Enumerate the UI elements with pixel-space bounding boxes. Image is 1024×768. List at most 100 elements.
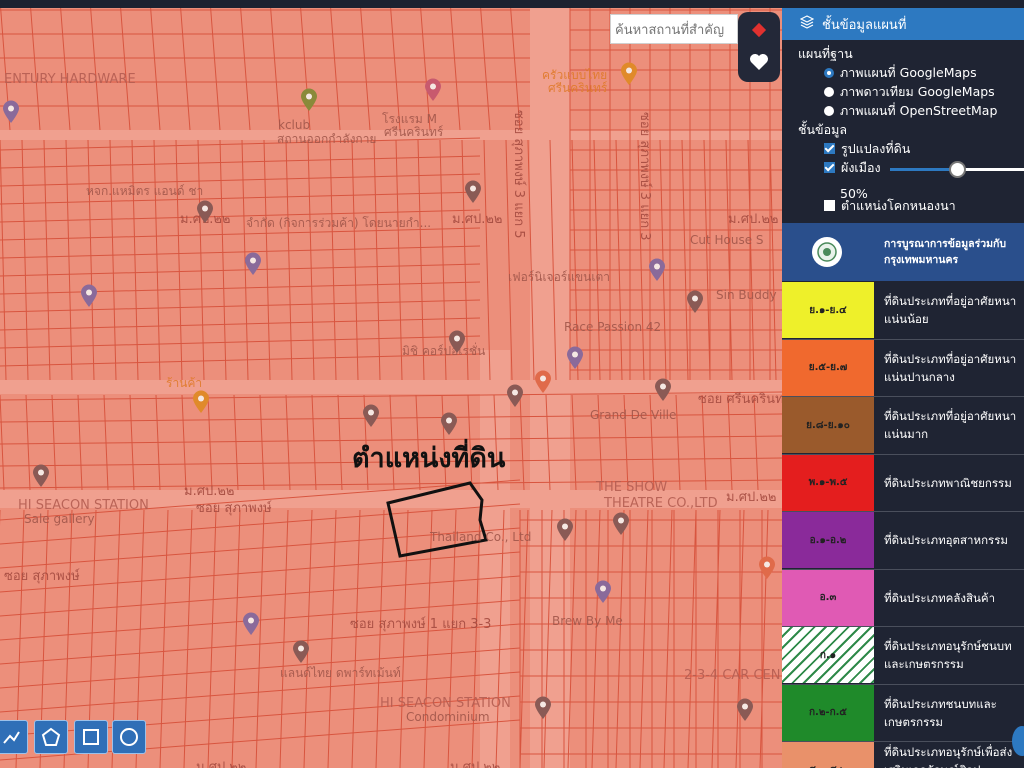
- legend-code: ก.๒-ก.๕: [808, 707, 848, 718]
- favorite-heart-icon[interactable]: [745, 48, 773, 76]
- map-place-label[interactable]: ศรีนครินทร์: [384, 123, 443, 142]
- legend-swatch: ย.๑-ย.๔: [782, 282, 874, 338]
- map-place-label[interactable]: จำกัด (กิจการร่วมค้า) โดยนายกำ...: [246, 214, 431, 233]
- legend-row: ก.๑ ที่ดินประเภทอนุรักษ์ชนบทและเกษตรกรรม: [782, 627, 1024, 685]
- map-pin-icon[interactable]: [594, 580, 612, 604]
- legend-description: ที่ดินประเภทอนุรักษ์เพื่อส่งเสริมเอกลักษ…: [884, 745, 1013, 768]
- map-place-label[interactable]: ม.ศป.๒๒: [728, 208, 778, 229]
- layers-icon[interactable]: [745, 16, 773, 44]
- radio-button[interactable]: [824, 86, 834, 97]
- map-place-label[interactable]: ม.ศป.๒๒: [450, 756, 500, 768]
- map-pin-icon[interactable]: [506, 384, 524, 408]
- map-place-label[interactable]: ศรีนครินทร์: [548, 79, 607, 98]
- opacity-slider[interactable]: [890, 161, 1024, 178]
- map-place-label[interactable]: HI SEACON STATION: [380, 696, 511, 711]
- map-pin-icon[interactable]: [534, 696, 552, 720]
- draw-circle-button[interactable]: [112, 720, 146, 754]
- opacity-slider-handle[interactable]: [949, 161, 966, 178]
- map-place-label[interactable]: Condominium: [406, 710, 490, 724]
- map-place-label[interactable]: ม.ศป.๒๒: [196, 756, 246, 768]
- map-pin-icon[interactable]: [196, 200, 214, 224]
- map-pin-icon[interactable]: [556, 518, 574, 542]
- map-place-label[interactable]: ม.ศป.๒๒: [452, 208, 502, 229]
- map-pin-icon[interactable]: [654, 378, 672, 402]
- checkbox[interactable]: [824, 143, 835, 154]
- map-place-label[interactable]: THE SHOW: [596, 480, 667, 495]
- map-place-label[interactable]: ซอย สุภาพงษ์ 1 แยก 3-3: [350, 613, 491, 634]
- basemap-options: ภาพแผนที่ GoogleMaps ภาพดาวเทียม GoogleMa…: [798, 63, 1024, 120]
- draw-rectangle-button[interactable]: [74, 720, 108, 754]
- map-place-label[interactable]: ม.ศป.๒๒: [726, 486, 776, 507]
- map-place-label[interactable]: ซอย สุภาพงษ์ 3 แยก 3: [635, 112, 656, 240]
- map-pin-icon[interactable]: [244, 252, 262, 276]
- map-pin-icon[interactable]: [440, 412, 458, 436]
- map-pin-icon[interactable]: [534, 370, 552, 394]
- map-place-label[interactable]: ซอย สุภาพงษ์: [196, 497, 272, 518]
- map-place-label[interactable]: Grand De Ville: [590, 408, 676, 422]
- map-pin-icon[interactable]: [2, 100, 20, 124]
- map-place-label[interactable]: 2-3-4 CAR CEN: [684, 668, 780, 683]
- radio-button[interactable]: [824, 105, 834, 116]
- map-place-label[interactable]: Race Passion 42: [564, 320, 661, 334]
- map-place-label[interactable]: แลนด์ไทย ดพาร์ทเม้นท์: [280, 664, 401, 683]
- map-pin-icon[interactable]: [686, 290, 704, 314]
- map-place-label[interactable]: ซอย สุภาพงษ์: [4, 565, 80, 586]
- draw-line-button[interactable]: [0, 720, 28, 754]
- map-pin-icon[interactable]: [80, 284, 98, 308]
- draw-polygon-button[interactable]: [34, 720, 68, 754]
- map-place-label[interactable]: เฟอร์นิเจอร์แขนเตา: [508, 268, 610, 287]
- place-search-input[interactable]: [610, 14, 738, 44]
- map-pin-icon[interactable]: [362, 404, 380, 428]
- map-pin-icon[interactable]: [648, 258, 666, 282]
- map-place-label[interactable]: Thailand Co., Ltd: [430, 530, 531, 544]
- basemap-label: ภาพแผนที่ GoogleMaps: [840, 64, 977, 80]
- map-pin-icon[interactable]: [736, 698, 754, 722]
- legend-description: ที่ดินประเภทอนุรักษ์ชนบทและเกษตรกรรม: [884, 639, 1012, 671]
- opacity-slider-fill: [890, 168, 957, 171]
- map-pin-icon[interactable]: [758, 556, 776, 580]
- map-place-label[interactable]: Brew By Me: [552, 614, 623, 628]
- basemap-section: แผนที่ฐาน ภาพแผนที่ GoogleMaps ภาพดาวเทีย…: [782, 40, 1024, 215]
- map-place-label[interactable]: Sale gallery: [24, 512, 95, 526]
- panel-header: ชั้นข้อมูลแผนที่: [782, 8, 1024, 40]
- map-pin-icon[interactable]: [620, 62, 638, 86]
- map-pin-icon[interactable]: [32, 464, 50, 488]
- map-place-label[interactable]: Cut House S: [690, 233, 764, 247]
- map-pin-icon[interactable]: [242, 612, 260, 636]
- map-place-label[interactable]: ซอย สุภาพงษ์ 3 แยก 5: [509, 110, 530, 238]
- map-place-label[interactable]: สถานออกกำลังกาย: [277, 130, 376, 149]
- map-pin-icon[interactable]: [424, 78, 442, 102]
- map-place-label[interactable]: THEATRE CO.,LTD: [604, 496, 718, 511]
- layer-option[interactable]: รูปแปลงที่ดิน: [824, 139, 1024, 158]
- map-pin-icon[interactable]: [464, 180, 482, 204]
- map-pin-icon[interactable]: [566, 346, 584, 370]
- map-place-label[interactable]: ซอย ศรีนครินทร์: [698, 388, 782, 409]
- checkbox[interactable]: [824, 162, 835, 173]
- basemap-option[interactable]: ภาพดาวเทียม GoogleMaps: [824, 82, 1024, 101]
- map-pin-icon[interactable]: [448, 330, 466, 354]
- radio-button[interactable]: [824, 67, 834, 78]
- legend-row: ย.๘-ย.๑๐ ที่ดินประเภทที่อยู่อาศัยหนาแน่นม…: [782, 397, 1024, 455]
- checkbox[interactable]: [824, 200, 835, 211]
- legend-description: ที่ดินประเภทที่อยู่อาศัยหนาแน่นน้อย: [884, 294, 1017, 326]
- map-canvas[interactable]: ENTURY HARDWARE kclub สถานออกกำลังกาย โรงแร…: [0, 0, 782, 768]
- legend-code: อ.๓: [819, 592, 837, 603]
- map-place-label[interactable]: Sin Buddy: [716, 288, 777, 302]
- map-pin-icon[interactable]: [192, 390, 210, 414]
- map-place-label[interactable]: มิชิ คอร์ปอเรชั่น: [402, 342, 485, 361]
- banner-line-1: การบูรณาการข้อมูลร่วมกับ: [884, 238, 1007, 250]
- map-pin-icon[interactable]: [300, 88, 318, 112]
- legend-code: อ.๑-อ.๒: [809, 534, 847, 546]
- layers-heading: ชั้นข้อมูล: [798, 121, 847, 137]
- legend-swatch: พ.๑-พ.๕: [782, 454, 874, 511]
- map-pin-icon[interactable]: [292, 640, 310, 664]
- map-place-label[interactable]: HI SEACON STATION: [18, 498, 149, 513]
- legend-swatch: ก.๑: [782, 627, 874, 683]
- basemap-option[interactable]: ภาพแผนที่ OpenStreetMap: [824, 101, 1024, 120]
- map-place-label[interactable]: ENTURY HARDWARE: [4, 72, 136, 87]
- layer-label: รูปแปลงที่ดิน: [841, 140, 911, 156]
- map-place-label[interactable]: หจก.แหมิตร แอนด์ ชา: [86, 182, 203, 201]
- map-pin-icon[interactable]: [612, 512, 630, 536]
- legend-swatch: ก.๒-ก.๕: [782, 684, 874, 741]
- basemap-option[interactable]: ภาพแผนที่ GoogleMaps: [824, 63, 1024, 82]
